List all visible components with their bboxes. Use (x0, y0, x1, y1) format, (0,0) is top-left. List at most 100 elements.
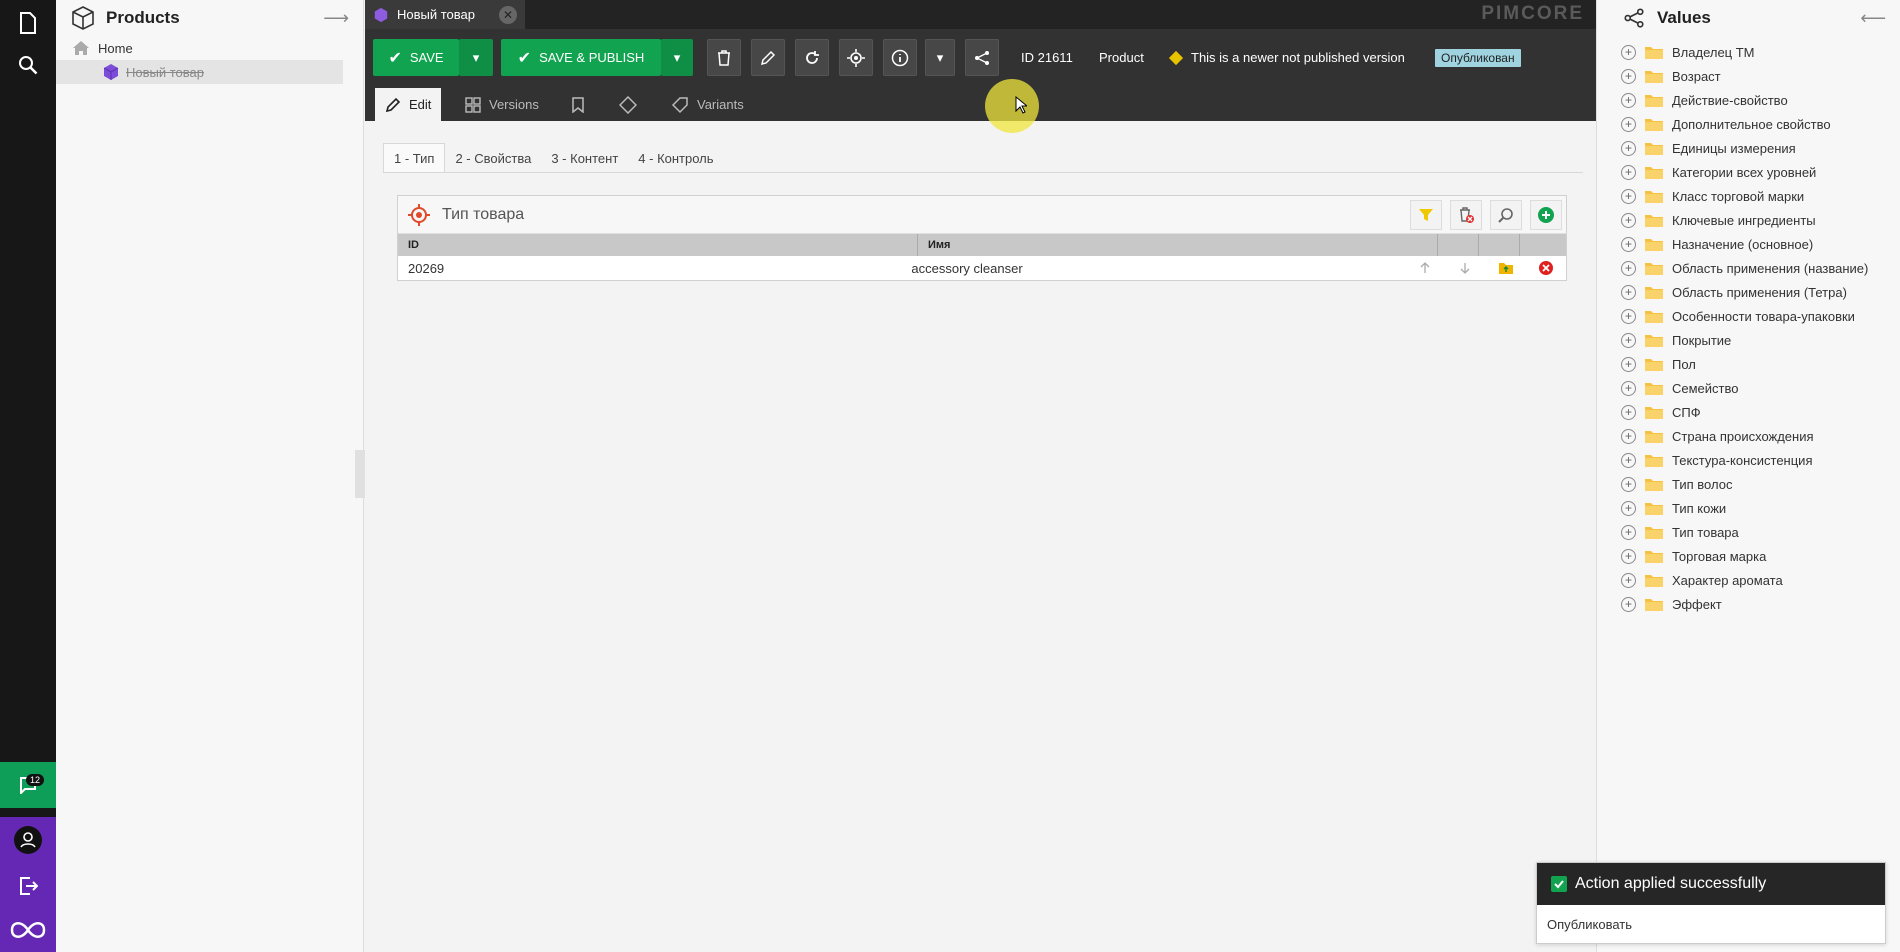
reload-icon[interactable] (795, 39, 829, 76)
list-item[interactable]: + Характер аромата (1597, 568, 1900, 592)
expand-plus-icon[interactable]: + (1621, 44, 1636, 60)
logout-icon[interactable] (0, 863, 56, 909)
tab-type[interactable]: 1 - Тип (383, 143, 446, 173)
save-dropdown-button[interactable]: ▾ (459, 39, 493, 76)
list-item-label: Тип товара (1672, 524, 1739, 540)
move-up-icon[interactable] (1405, 256, 1445, 280)
list-item[interactable]: + Семейство (1597, 376, 1900, 400)
list-item[interactable]: + Ключевые ингредиенты (1597, 208, 1900, 232)
list-item[interactable]: + Текстура-консистенция (1597, 448, 1900, 472)
list-item[interactable]: + Возраст (1597, 64, 1900, 88)
tab-control[interactable]: 4 - Контроль (628, 143, 723, 173)
expand-plus-icon[interactable]: + (1621, 596, 1636, 612)
tab-bookmark[interactable] (561, 88, 595, 121)
target-icon (408, 203, 430, 226)
remove-icon[interactable] (1526, 256, 1566, 280)
expand-plus-icon[interactable]: + (1621, 260, 1636, 276)
list-item[interactable]: + Класс торговой марки (1597, 184, 1900, 208)
close-tab-icon[interactable]: ✕ (499, 5, 517, 24)
more-dropdown-icon[interactable]: ▾ (925, 39, 955, 76)
tab-variants[interactable]: Variants (661, 88, 754, 121)
delete-icon[interactable] (707, 39, 741, 76)
expand-plus-icon[interactable]: + (1621, 524, 1636, 540)
user-icon[interactable] (0, 817, 56, 863)
tab-edit[interactable]: Edit (375, 88, 442, 121)
left-splitter-handle[interactable] (355, 450, 365, 498)
expand-plus-icon[interactable]: + (1621, 236, 1636, 252)
list-item[interactable]: + Единицы измерения (1597, 136, 1900, 160)
list-item[interactable]: + Тип кожи (1597, 496, 1900, 520)
notifications-button[interactable]: 12 (0, 762, 56, 808)
tree-item-new-product[interactable]: Новый товар (56, 60, 343, 84)
list-item[interactable]: + Пол (1597, 352, 1900, 376)
add-icon[interactable] (1530, 200, 1562, 230)
list-item[interactable]: + Тип товара (1597, 520, 1900, 544)
search-icon[interactable] (1490, 200, 1522, 230)
tab-content[interactable]: 3 - Контент (541, 143, 628, 173)
values-list: + Владелец ТМ + Возраст + Действие-свойство + Д… (1597, 40, 1900, 616)
expand-plus-icon[interactable]: + (1621, 68, 1636, 84)
list-item[interactable]: + Особенности товара-упаковки (1597, 304, 1900, 328)
list-item[interactable]: + Тип волос (1597, 472, 1900, 496)
open-folder-icon[interactable] (1485, 256, 1525, 280)
locate-in-tree-icon[interactable] (839, 39, 873, 76)
list-item[interactable]: + Владелец ТМ (1597, 40, 1900, 64)
expand-plus-icon[interactable]: + (1621, 284, 1636, 300)
document-tab[interactable]: Новый товар ✕ (365, 0, 525, 29)
list-item[interactable]: + Категории всех уровней (1597, 160, 1900, 184)
share-icon[interactable] (965, 39, 999, 76)
info-icon[interactable] (883, 39, 917, 76)
expand-plus-icon[interactable]: + (1621, 356, 1636, 372)
expand-plus-icon[interactable]: + (1621, 308, 1636, 324)
list-item[interactable]: + Торговая марка (1597, 544, 1900, 568)
relation-header: Тип товара (398, 196, 1566, 234)
expand-plus-icon[interactable]: + (1621, 92, 1636, 108)
list-item-label: СПФ (1672, 404, 1701, 420)
collapse-arrow-icon[interactable]: ⟵ (1860, 8, 1886, 29)
list-item[interactable]: + Действие-свойство (1597, 88, 1900, 112)
expand-plus-icon[interactable]: + (1621, 140, 1636, 156)
expand-plus-icon[interactable]: + (1621, 500, 1636, 516)
save-publish-dropdown-button[interactable]: ▾ (661, 39, 693, 76)
expand-plus-icon[interactable]: + (1621, 380, 1636, 396)
list-item[interactable]: + Область применения (название) (1597, 256, 1900, 280)
clear-relations-icon[interactable] (1450, 200, 1482, 230)
list-item[interactable]: + Область применения (Тетра) (1597, 280, 1900, 304)
column-header-id[interactable]: ID (398, 234, 918, 256)
expand-plus-icon[interactable]: + (1621, 428, 1636, 444)
expand-plus-icon[interactable]: + (1621, 332, 1636, 348)
list-item[interactable]: + СПФ (1597, 400, 1900, 424)
tab-versions[interactable]: Versions (455, 88, 549, 121)
expand-plus-icon[interactable]: + (1621, 164, 1636, 180)
save-publish-button[interactable]: ✔ SAVE & PUBLISH (501, 39, 661, 76)
tab-workflow[interactable] (609, 88, 647, 121)
list-item[interactable]: + Страна происхождения (1597, 424, 1900, 448)
products-panel-title: Products (106, 8, 180, 27)
save-button[interactable]: ✔ SAVE (373, 39, 459, 76)
list-item-label: Категории всех уровней (1672, 164, 1817, 180)
list-item[interactable]: + Эффект (1597, 592, 1900, 616)
pimcore-logo-icon[interactable] (0, 908, 56, 952)
expand-plus-icon[interactable]: + (1621, 476, 1636, 492)
column-header-name[interactable]: Имя (918, 234, 1438, 256)
expand-plus-icon[interactable]: + (1621, 188, 1636, 204)
rename-pencil-icon[interactable] (751, 39, 785, 76)
list-item[interactable]: + Покрытие (1597, 328, 1900, 352)
tab-properties[interactable]: 2 - Свойства (445, 143, 541, 173)
expand-plus-icon[interactable]: + (1621, 548, 1636, 564)
expand-plus-icon[interactable]: + (1621, 116, 1636, 132)
expand-plus-icon[interactable]: + (1621, 452, 1636, 468)
tree-item-home[interactable]: Home (56, 36, 363, 60)
move-down-icon[interactable] (1445, 256, 1485, 280)
file-icon[interactable] (0, 0, 56, 46)
filter-icon[interactable] (1410, 200, 1442, 230)
search-icon[interactable] (0, 42, 56, 88)
collapse-arrow-icon[interactable]: ⟶ (323, 8, 349, 29)
table-row[interactable]: 20269 accessory cleanser (398, 256, 1566, 280)
expand-plus-icon[interactable]: + (1621, 572, 1636, 588)
relation-title: Тип товара (442, 205, 525, 223)
expand-plus-icon[interactable]: + (1621, 404, 1636, 420)
list-item[interactable]: + Назначение (основное) (1597, 232, 1900, 256)
list-item[interactable]: + Дополнительное свойство (1597, 112, 1900, 136)
expand-plus-icon[interactable]: + (1621, 212, 1636, 228)
